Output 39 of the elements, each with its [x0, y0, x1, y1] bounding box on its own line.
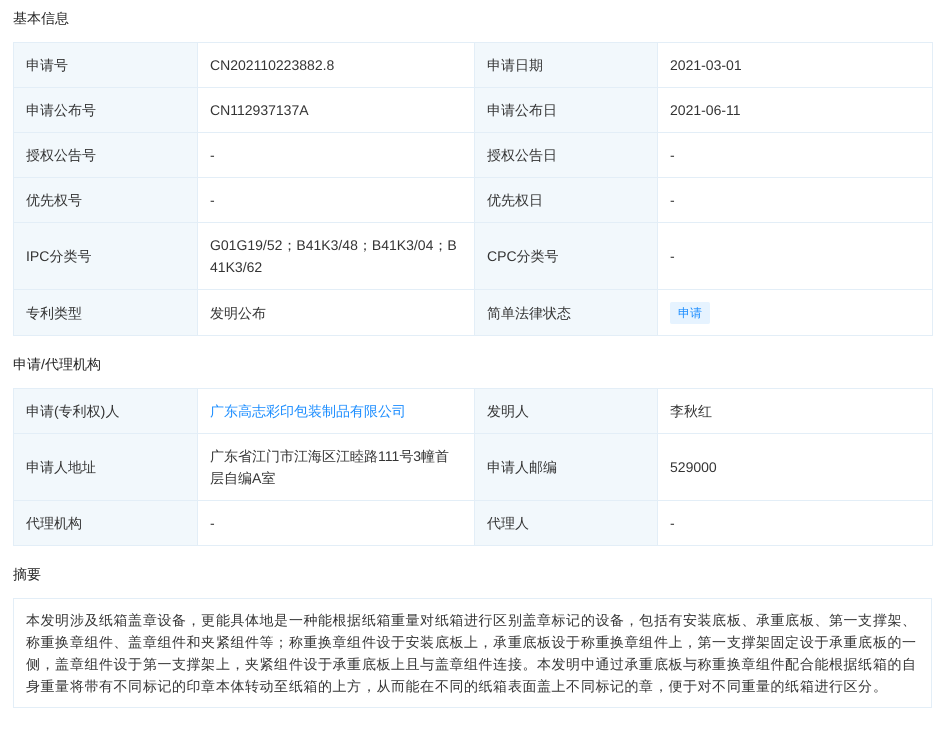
value-cell: G01G19/52；B41K3/48；B41K3/04；B41K3/62 [198, 222, 474, 290]
value-cell: - [658, 500, 932, 546]
label-cell: 授权公告号 [14, 132, 198, 178]
value-cell: - [198, 500, 474, 546]
label-cell: IPC分类号 [14, 222, 198, 290]
status-tag: 申请 [670, 302, 710, 324]
value-cell: 发明公布 [198, 290, 474, 336]
label-cell: 授权公告日 [474, 132, 658, 178]
label-cell: 申请(专利权)人 [14, 388, 198, 434]
label-cell: CPC分类号 [474, 222, 658, 290]
section-title: 申请/代理机构 [13, 355, 102, 374]
value-cell: - [198, 178, 474, 222]
label-cell: 优先权日 [474, 178, 658, 222]
label-cell: 申请公布号 [14, 88, 198, 132]
label-cell: 申请号 [14, 42, 198, 88]
value-cell: - [658, 132, 932, 178]
value-cell: CN112937137A [198, 88, 474, 132]
value-cell: - [658, 222, 932, 290]
label-cell: 申请公布日 [474, 88, 658, 132]
label-cell: 优先权号 [14, 178, 198, 222]
value-cell: 广东省江门市江海区江睦路111号3幢首层自编A室 [198, 434, 474, 500]
value-cell: 2021-06-11 [658, 88, 932, 132]
section-title: 基本信息 [13, 9, 70, 28]
label-cell: 发明人 [474, 388, 658, 434]
abstract-text: 本发明涉及纸箱盖章设备，更能具体地是一种能根据纸箱重量对纸箱进行区别盖章标记的设备，包括有安装底板、承重底板、第一支撑架、称重换章组件、盖章组件和夹紧组件等；称重换章组件设于安装底板上，承重底板设于称重换章组件上，第一支撑架固定设于承重底板的一侧，盖章组件设于第一支撑架上，夹紧组件设于承重底板上且与盖章组件连接。本发明中通过承重底板与称重换章组件配合能根据纸箱的自身重量将带有不同标记的印章本体转动至纸箱的上方，从而能在不同的纸箱表面盖上不同标记的章，便于对不同重量的纸箱进行区分。 [13, 598, 932, 708]
value-cell: CN202110223882.8 [198, 42, 474, 88]
value-cell: 李秋红 [658, 388, 932, 434]
label-cell: 代理人 [474, 500, 658, 546]
label-cell: 申请人邮编 [474, 434, 658, 500]
section-title: 摘要 [13, 565, 42, 584]
label-cell: 申请人地址 [14, 434, 198, 500]
value-cell: - [658, 178, 932, 222]
value-cell: - [198, 132, 474, 178]
value-cell: 529000 [658, 434, 932, 500]
label-cell: 代理机构 [14, 500, 198, 546]
label-cell: 专利类型 [14, 290, 198, 336]
label-cell: 申请日期 [474, 42, 658, 88]
value-cell: 2021-03-01 [658, 42, 932, 88]
label-cell: 简单法律状态 [474, 290, 658, 336]
